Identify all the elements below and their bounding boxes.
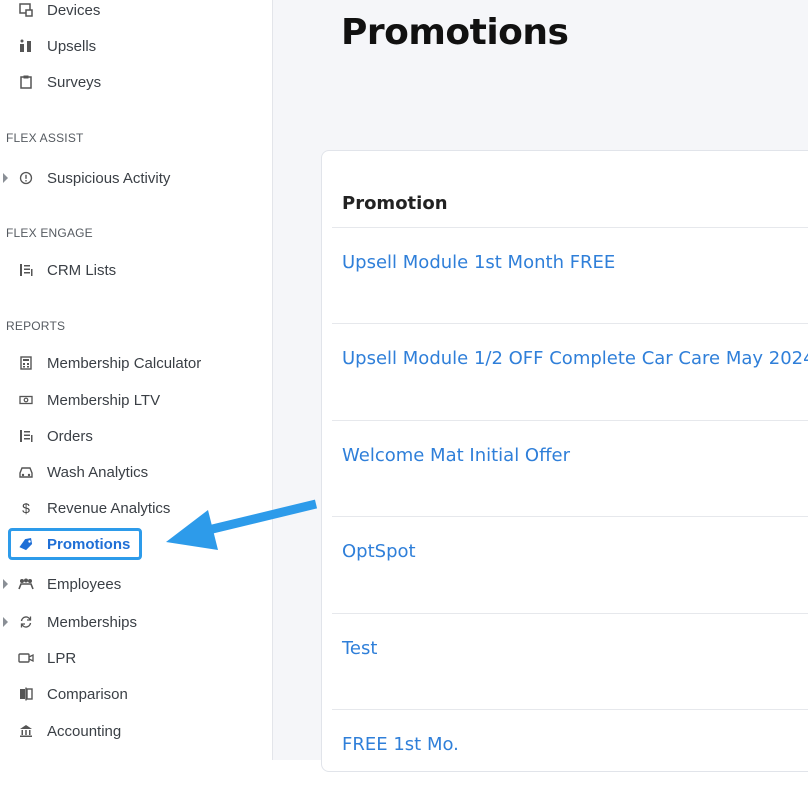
sidebar-item-label: Accounting: [47, 722, 122, 740]
sidebar-item-label: Comparison: [47, 685, 128, 703]
sidebar-item-label: Revenue Analytics: [47, 499, 171, 517]
promotions-highlight-box: [8, 528, 142, 560]
section-title-flex-engage: FLEX ENGAGE: [6, 226, 93, 240]
sidebar-item-label: LPR: [47, 649, 77, 667]
sidebar-item-label: Orders: [47, 427, 93, 445]
sidebar-item-label: Devices: [47, 1, 101, 19]
clipboard-icon: [17, 73, 35, 91]
sidebar-item-suspicious-activity[interactable]: Suspicious Activity: [0, 165, 272, 191]
annotation-arrow-icon: [166, 499, 318, 550]
comparison-icon: [17, 685, 35, 703]
people-icon: [17, 575, 35, 593]
sidebar-item-membership-ltv[interactable]: Membership LTV: [0, 387, 272, 413]
sidebar-item-label: Suspicious Activity: [47, 169, 171, 187]
upsells-icon: [17, 37, 35, 55]
sidebar-item-label: CRM Lists: [47, 261, 117, 279]
table-row: OptSpot: [332, 516, 808, 613]
list-icon: [17, 427, 35, 445]
devices-icon: [17, 1, 35, 19]
caret-right-icon[interactable]: [3, 579, 8, 589]
sidebar-item-orders[interactable]: Orders: [0, 423, 272, 449]
column-header-promotion: Promotion: [342, 193, 448, 214]
list-icon: [17, 261, 35, 279]
alert-circle-icon: [17, 169, 35, 187]
promotion-link[interactable]: OptSpot: [342, 541, 416, 562]
caret-right-icon[interactable]: [3, 617, 8, 627]
sidebar-item-devices[interactable]: Devices: [0, 0, 272, 23]
table-row: Test: [332, 613, 808, 710]
money-icon: [17, 391, 35, 409]
caret-right-icon[interactable]: [3, 173, 8, 183]
main-content: Promotions Promotion Upsell Module 1st M…: [273, 0, 808, 772]
sidebar-item-label: Employees: [47, 575, 122, 593]
dollar-icon: $: [22, 500, 30, 516]
sidebar-item-comparison[interactable]: Comparison: [0, 681, 272, 707]
sidebar-item-employees[interactable]: Employees: [0, 571, 272, 597]
camera-icon: [17, 649, 35, 667]
sidebar-item-label: Memberships: [47, 613, 138, 631]
sidebar-item-accounting[interactable]: Accounting: [0, 718, 272, 744]
sidebar-item-crm-lists[interactable]: CRM Lists: [0, 257, 272, 283]
sidebar-item-label: Membership Calculator: [47, 354, 202, 372]
section-title-reports: REPORTS: [6, 319, 66, 333]
sidebar-item-upsells[interactable]: Upsells: [0, 33, 272, 59]
table-row: Welcome Mat Initial Offer: [332, 420, 808, 517]
promotions-table-card: Promotion Upsell Module 1st Month FREE U…: [321, 150, 808, 772]
promotion-link[interactable]: FREE 1st Mo.: [342, 734, 459, 755]
promotion-link[interactable]: Upsell Module 1/2 OFF Complete Car Care …: [342, 348, 808, 369]
table-row: Upsell Module 1/2 OFF Complete Car Care …: [332, 323, 808, 420]
sidebar-item-label: Membership LTV: [47, 391, 161, 409]
sidebar: Devices Upsells Surveys FLEX ASSIST Susp…: [0, 0, 273, 760]
bank-icon: [17, 722, 35, 740]
promotion-link[interactable]: Test: [342, 638, 377, 659]
page-title: Promotions: [341, 12, 569, 53]
table-row: Upsell Module 1st Month FREE: [332, 227, 808, 324]
sidebar-item-label: Wash Analytics: [47, 463, 149, 481]
sidebar-item-label: Upsells: [47, 37, 97, 55]
sidebar-item-wash-analytics[interactable]: Wash Analytics: [0, 459, 272, 485]
sidebar-item-surveys[interactable]: Surveys: [0, 69, 272, 95]
sidebar-item-label: Surveys: [47, 73, 102, 91]
sidebar-item-lpr[interactable]: LPR: [0, 645, 272, 671]
section-title-flex-assist: FLEX ASSIST: [6, 131, 84, 145]
calculator-icon: [17, 354, 35, 372]
sidebar-item-membership-calculator[interactable]: Membership Calculator: [0, 350, 272, 376]
sidebar-item-memberships[interactable]: Memberships: [0, 609, 272, 635]
promotion-link[interactable]: Welcome Mat Initial Offer: [342, 445, 570, 466]
refresh-icon: [17, 613, 35, 631]
table-row: FREE 1st Mo.: [332, 709, 808, 806]
car-icon: [17, 463, 35, 481]
promotion-link[interactable]: Upsell Module 1st Month FREE: [342, 252, 615, 273]
